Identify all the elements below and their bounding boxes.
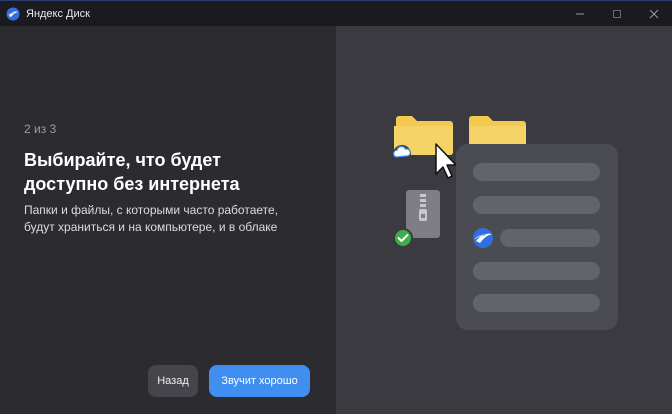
- back-button[interactable]: Назад: [148, 365, 198, 397]
- zip-archive-icon: [406, 190, 440, 238]
- maximize-icon: [613, 10, 621, 18]
- minimize-icon: [576, 13, 584, 15]
- onboarding-text-panel: 2 из 3 Выбирайте, что будет доступно без…: [0, 26, 336, 414]
- step-counter: 2 из 3: [24, 122, 57, 136]
- maximize-button[interactable]: [597, 1, 637, 27]
- close-icon: [649, 9, 659, 19]
- onboarding-description: Папки и файлы, с которыми часто работает…: [24, 202, 324, 236]
- close-button[interactable]: [634, 1, 672, 27]
- description-line: будут храниться и на компьютере, и в обл…: [24, 220, 278, 234]
- heading-line: Выбирайте, что будет: [24, 150, 221, 170]
- onboarding-heading: Выбирайте, что будет доступно без интерн…: [24, 148, 324, 196]
- illustration-panel: [336, 26, 672, 414]
- yandex-disk-icon: [6, 7, 20, 21]
- confirm-button[interactable]: Звучит хорошо: [209, 365, 310, 397]
- check-icon: [393, 228, 413, 248]
- app-window: Яндекс Диск 2 из 3 Выбирайте, что будет …: [0, 0, 672, 414]
- title-bar: Яндекс Диск: [0, 0, 672, 26]
- cloud-icon: [393, 145, 411, 163]
- yandex-disk-icon: [473, 228, 493, 248]
- offline-files-illustration: [393, 116, 618, 330]
- window-title: Яндекс Диск: [26, 8, 90, 20]
- minimize-button[interactable]: [560, 1, 600, 27]
- description-line: Папки и файлы, с которыми часто работает…: [24, 203, 279, 217]
- heading-line: доступно без интернета: [24, 174, 240, 194]
- folder-icon: [469, 116, 526, 148]
